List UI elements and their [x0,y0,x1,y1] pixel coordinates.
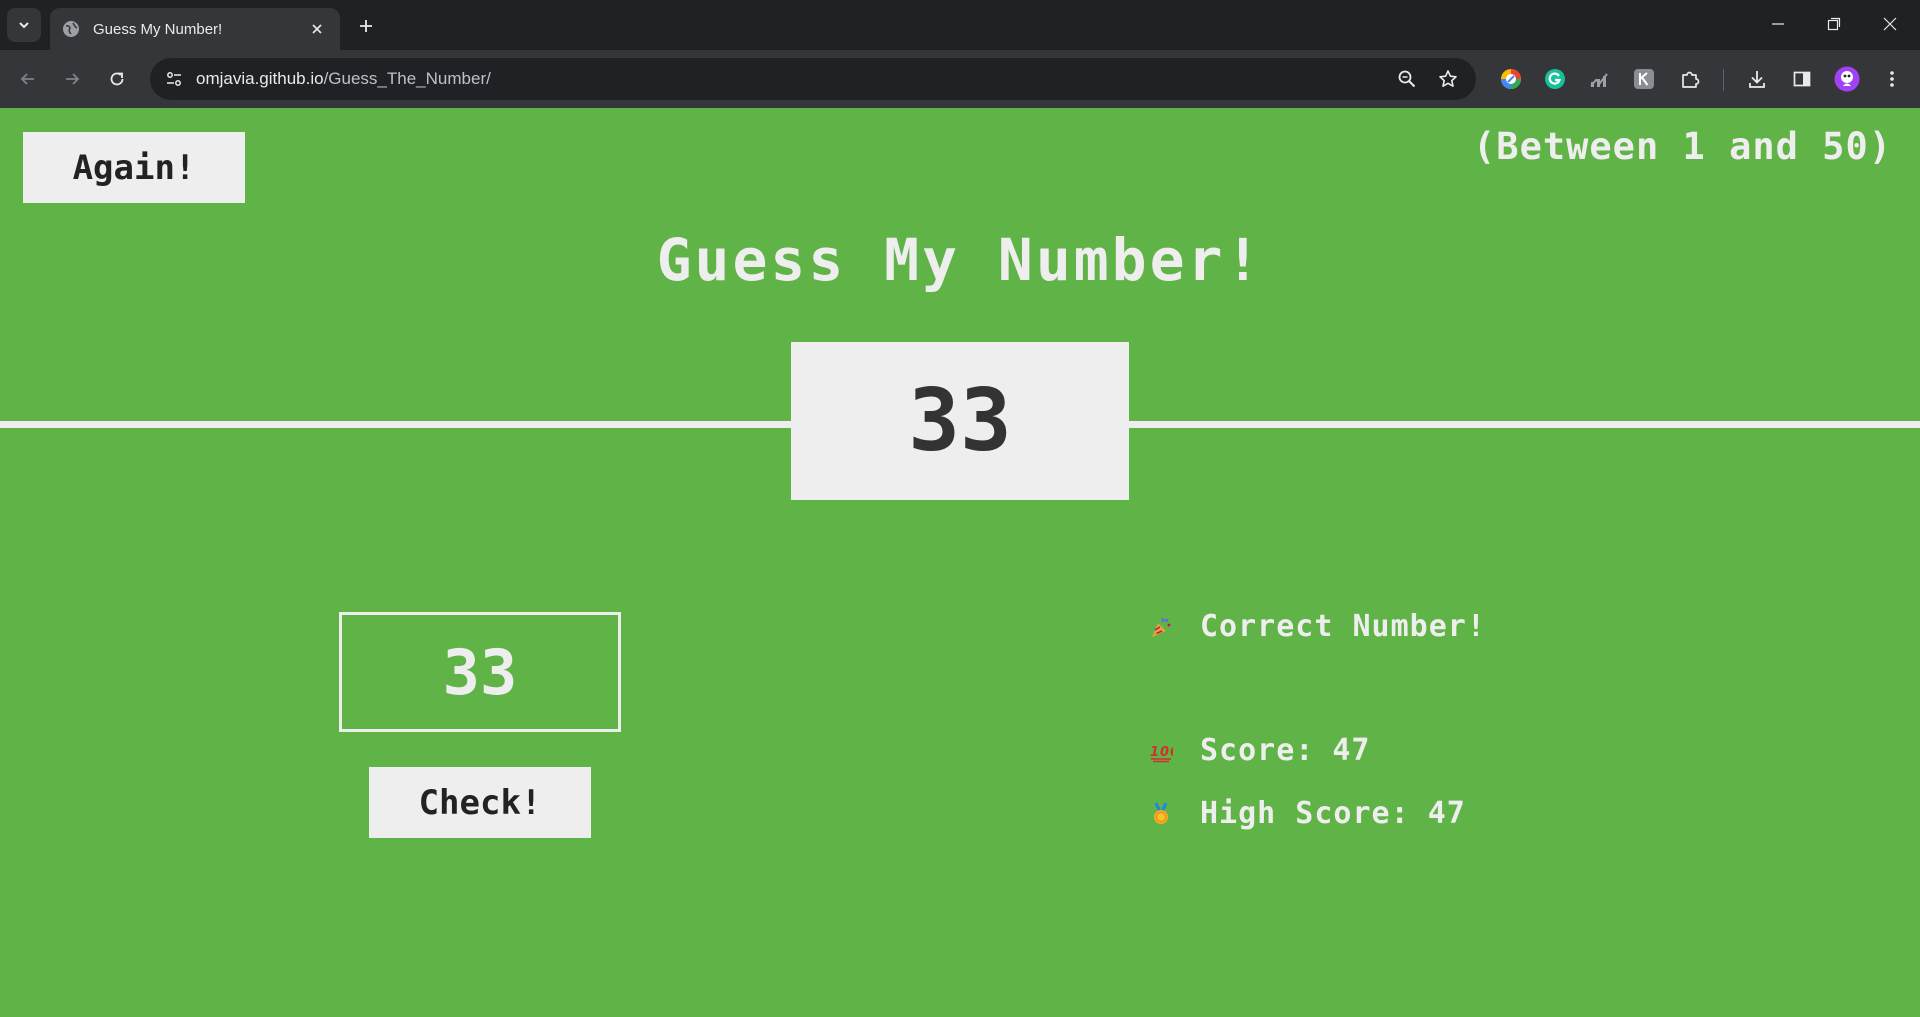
side-panel-button[interactable] [1788,65,1816,93]
extension-k-button[interactable] [1630,65,1658,93]
site-info-button[interactable] [158,63,190,95]
star-icon [1439,70,1457,87]
reload-button[interactable] [101,63,133,95]
address-bar[interactable]: omjavia.github.io/Guess_The_Number/ [150,58,1476,100]
message-row: Correct Number! [1148,609,1486,644]
profile-button[interactable] [1833,65,1861,93]
highscore-label: High Score: [1200,796,1410,831]
k-extension-icon [1634,69,1654,89]
url-path: /Guess_The_Number/ [323,69,491,88]
secret-number-display: 33 [791,342,1129,500]
close-icon [312,24,322,34]
toolbar-separator [1723,69,1724,91]
reload-icon [110,72,124,86]
minimize-button[interactable] [1750,0,1806,48]
zoom-button[interactable] [1395,67,1419,91]
highscore-row: High Score: 47 [1148,796,1466,831]
new-tab-button[interactable] [352,12,380,40]
url-host: omjavia.github.io [196,69,324,88]
puzzle-icon [1682,71,1700,88]
active-tab[interactable]: Guess My Number! [50,8,340,50]
close-icon [1883,17,1897,31]
score-row: 100 Score: 47 [1148,733,1371,768]
globe-icon [63,21,79,37]
tab-search-button[interactable] [7,8,41,42]
tab-title: Guess My Number! [93,20,223,38]
hundred-points-icon: 100 [1148,738,1174,764]
extension-grammarly-button[interactable] [1541,65,1569,93]
restore-button[interactable] [1806,0,1862,48]
score-label: Score: [1200,733,1315,768]
back-button[interactable] [12,63,44,95]
status-message: Correct Number! [1200,609,1486,644]
browser-menu-button[interactable] [1878,65,1906,93]
grammarly-icon [1545,69,1565,89]
forward-button[interactable] [56,63,88,95]
downloads-button[interactable] [1743,65,1771,93]
arrow-left-icon [20,73,34,85]
restore-icon [1827,17,1841,31]
url-text[interactable]: omjavia.github.io/Guess_The_Number/ [196,69,491,89]
close-window-button[interactable] [1862,0,1918,48]
guess-input[interactable] [339,612,621,732]
zoom-icon [1398,70,1416,88]
extension-lens-button[interactable] [1497,65,1525,93]
score-value: 47 [1332,733,1371,768]
tab-close-button[interactable] [306,18,328,40]
party-popper-icon [1148,614,1174,640]
svg-text:100: 100 [1150,745,1173,760]
arrow-right-icon [66,73,80,85]
avatar-icon [1834,66,1860,92]
browser-toolbar: omjavia.github.io/Guess_The_Number/ [0,50,1920,108]
page-title: Guess My Number! [656,226,1264,294]
plus-icon [360,20,372,32]
side-panel-icon [1793,71,1811,87]
chevron-down-icon [19,22,29,29]
game-page: Again! (Between 1 and 50) Guess My Numbe… [0,108,1920,1017]
medal-icon [1148,801,1174,827]
tab-strip: Guess My Number! [0,0,1920,50]
tune-icon [167,72,181,86]
minimize-icon [1772,23,1784,25]
check-button[interactable]: Check! [369,767,591,838]
kebab-menu-icon [1890,71,1894,87]
extension-analytics-button[interactable] [1585,65,1613,93]
again-button[interactable]: Again! [23,132,245,203]
highscore-value: 47 [1427,796,1466,831]
download-icon [1749,71,1765,88]
lens-extension-icon [1501,69,1521,89]
range-hint: (Between 1 and 50) [1473,125,1892,168]
chart-extension-icon [1590,73,1608,87]
bookmark-button[interactable] [1436,67,1460,91]
extensions-menu-button[interactable] [1676,65,1704,93]
